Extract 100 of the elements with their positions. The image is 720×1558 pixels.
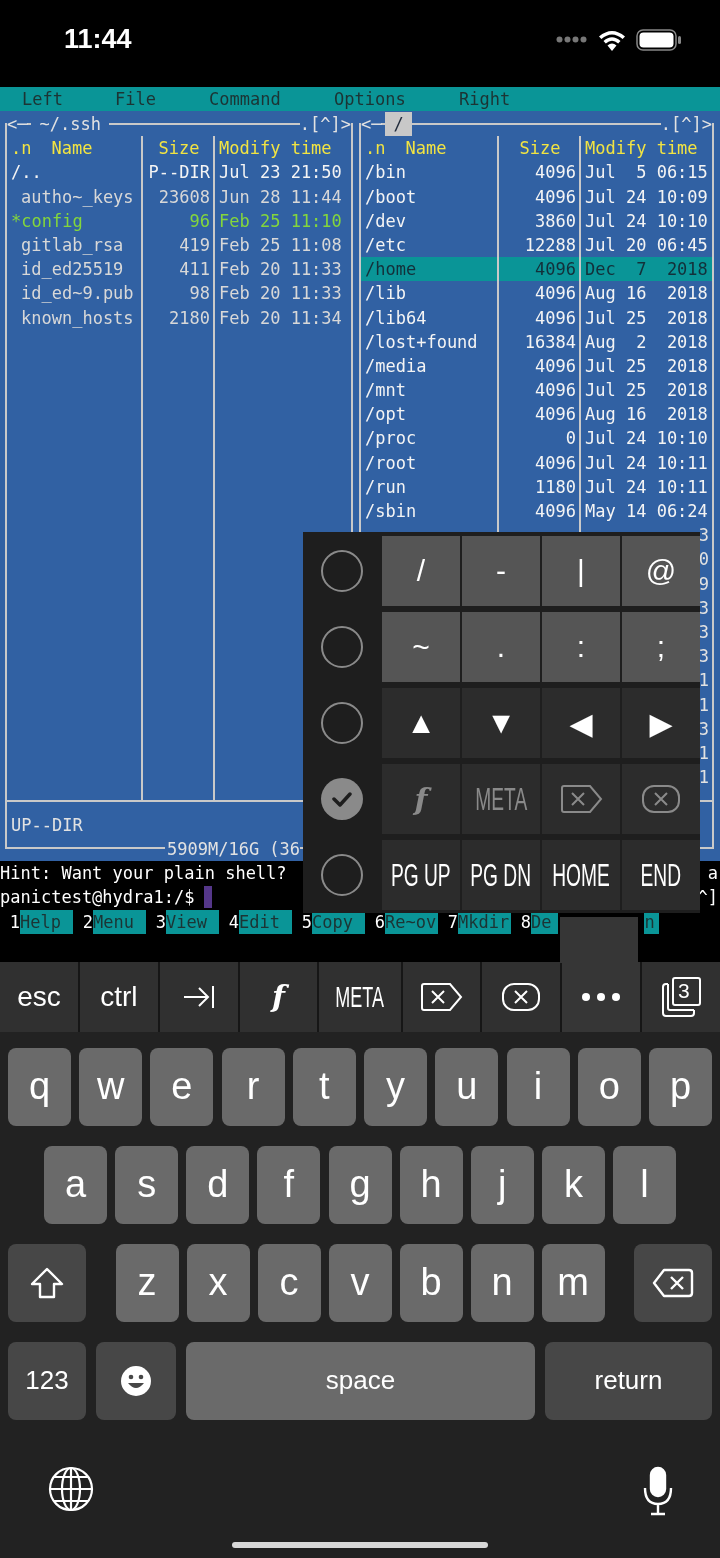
letter-key[interactable]: r: [221, 1047, 285, 1126]
space-key[interactable]: space: [186, 1341, 535, 1420]
letter-key[interactable]: l: [613, 1145, 676, 1224]
extra-key[interactable]: -: [462, 536, 540, 606]
file-name[interactable]: /..: [7, 160, 141, 185]
file-name[interactable]: /boot: [361, 184, 497, 209]
backspace-key[interactable]: [634, 1243, 712, 1322]
letter-key[interactable]: i: [506, 1047, 570, 1126]
letter-key[interactable]: e: [150, 1047, 214, 1126]
file-name[interactable]: /lib: [361, 281, 497, 306]
letter-key[interactable]: f: [257, 1145, 321, 1224]
letter-key[interactable]: k: [541, 1145, 605, 1224]
menu-item[interactable]: Left: [22, 87, 63, 111]
extra-key[interactable]: ◀: [542, 688, 620, 758]
file-name[interactable]: *config: [7, 208, 141, 233]
extra-key[interactable]: f: [382, 764, 460, 834]
file-name[interactable]: /lost+found: [361, 329, 497, 354]
extra-key[interactable]: :: [542, 612, 620, 682]
file-name[interactable]: /media: [361, 353, 497, 379]
menu-item[interactable]: Command: [209, 87, 281, 111]
emoji-key[interactable]: [96, 1341, 176, 1420]
letter-key[interactable]: q: [8, 1047, 71, 1126]
shift-key[interactable]: [8, 1243, 86, 1322]
menu-item[interactable]: File: [115, 87, 156, 111]
extra-key[interactable]: PG UP: [382, 840, 460, 910]
letter-key[interactable]: s: [115, 1145, 179, 1224]
letter-key[interactable]: u: [435, 1047, 499, 1126]
function-key-label[interactable]: Menu: [93, 909, 146, 934]
return-key[interactable]: return: [545, 1341, 712, 1420]
extra-key[interactable]: ~: [382, 612, 460, 682]
panel-path[interactable]: /: [385, 112, 412, 137]
letter-key[interactable]: n: [470, 1243, 534, 1322]
accessory-key[interactable]: [482, 961, 561, 1032]
letter-key[interactable]: v: [328, 1243, 392, 1322]
letter-key[interactable]: o: [577, 1047, 641, 1126]
letter-key[interactable]: a: [44, 1145, 107, 1224]
accessory-key[interactable]: ctrl: [79, 961, 158, 1032]
letter-key[interactable]: b: [399, 1243, 463, 1322]
modify-time: Dec 7 2018: [581, 257, 712, 282]
numbers-key[interactable]: 123: [8, 1341, 86, 1420]
file-name[interactable]: /bin: [361, 160, 497, 185]
file-name[interactable]: known_hosts: [7, 305, 141, 330]
extra-key[interactable]: HOME: [542, 840, 620, 910]
letter-key[interactable]: w: [79, 1047, 143, 1126]
file-name[interactable]: /home: [361, 257, 497, 282]
letter-key[interactable]: c: [257, 1243, 321, 1322]
extra-key[interactable]: @: [622, 536, 700, 606]
file-name[interactable]: gitlab_rsa: [7, 232, 141, 258]
accessory-key[interactable]: esc: [0, 961, 78, 1032]
extra-key[interactable]: ▶: [622, 688, 700, 758]
extra-key[interactable]: /: [382, 536, 460, 606]
extra-key[interactable]: [542, 764, 620, 834]
accessory-key[interactable]: 3: [642, 961, 720, 1032]
row-toggle[interactable]: [320, 778, 363, 820]
accessory-key[interactable]: [562, 961, 641, 1032]
extra-key[interactable]: ;: [622, 612, 700, 682]
accessory-key[interactable]: f: [239, 961, 318, 1032]
file-name[interactable]: id_ed25519: [7, 257, 141, 282]
function-key-label[interactable]: Help: [20, 909, 73, 934]
file-name[interactable]: /sbin: [361, 499, 497, 524]
file-name[interactable]: /dev: [361, 208, 497, 233]
file-name[interactable]: /opt: [361, 402, 497, 427]
extra-key[interactable]: |: [542, 536, 620, 606]
letter-key[interactable]: z: [115, 1243, 179, 1322]
letter-key[interactable]: m: [541, 1243, 605, 1322]
letter-key[interactable]: x: [186, 1243, 250, 1322]
extra-key[interactable]: ▲: [382, 688, 460, 758]
letter-key[interactable]: j: [470, 1145, 534, 1224]
letter-key[interactable]: t: [292, 1047, 356, 1126]
letter-key[interactable]: g: [328, 1145, 392, 1224]
row-toggle[interactable]: [320, 626, 363, 668]
file-name[interactable]: /proc: [361, 426, 497, 451]
letter-key[interactable]: h: [399, 1145, 463, 1224]
function-key-label[interactable]: View: [166, 909, 219, 934]
file-name[interactable]: /lib64: [361, 305, 497, 330]
accessory-key[interactable]: [402, 961, 481, 1032]
letter-key[interactable]: d: [186, 1145, 250, 1224]
file-name[interactable]: /root: [361, 450, 497, 475]
extra-key[interactable]: .: [462, 612, 540, 682]
accessory-key[interactable]: META: [319, 961, 401, 1032]
row-toggle[interactable]: [320, 854, 363, 896]
extra-key[interactable]: [622, 764, 700, 834]
row-toggle[interactable]: [320, 550, 363, 592]
microphone-icon[interactable]: [642, 1465, 674, 1516]
extra-key[interactable]: META: [462, 764, 540, 834]
menu-item[interactable]: Options: [334, 87, 406, 111]
row-toggle[interactable]: [320, 702, 363, 744]
file-name[interactable]: /mnt: [361, 378, 497, 403]
file-name[interactable]: /run: [361, 474, 497, 499]
accessory-key[interactable]: [159, 961, 238, 1032]
function-key-label[interactable]: Edit: [239, 909, 292, 934]
letter-key[interactable]: y: [364, 1047, 428, 1126]
extra-key[interactable]: PG DN: [462, 840, 540, 910]
extra-key[interactable]: ▼: [462, 688, 540, 758]
extra-key[interactable]: END: [622, 840, 700, 910]
file-name[interactable]: autho~_keys: [7, 184, 141, 209]
file-name[interactable]: id_ed~9.pub: [7, 281, 141, 306]
menu-item[interactable]: Right: [459, 87, 511, 111]
letter-key[interactable]: p: [648, 1047, 712, 1126]
file-name[interactable]: /etc: [361, 232, 497, 258]
